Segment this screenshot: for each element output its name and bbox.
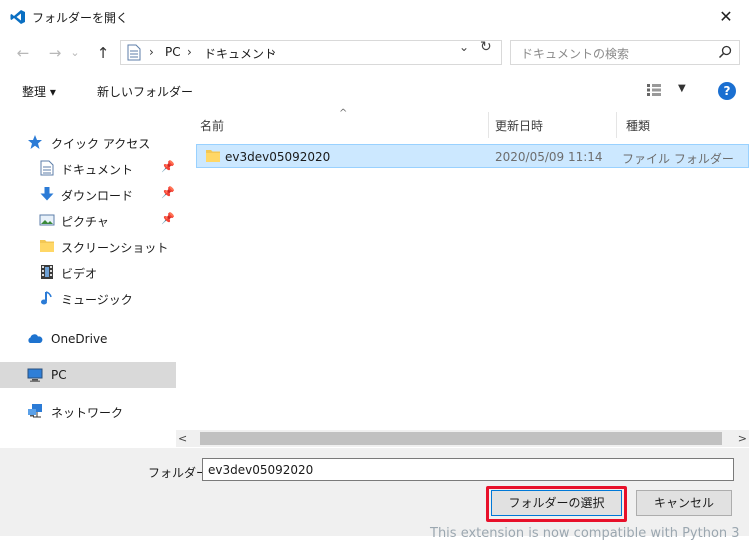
sidebar-item-label: ビデオ	[61, 267, 98, 281]
sort-ascending-icon: ^	[339, 108, 348, 119]
cloud-icon	[28, 334, 43, 343]
search-icon[interactable]	[718, 45, 732, 59]
sidebar-item-downloads[interactable]: ダウンロード 📌	[0, 181, 176, 207]
table-row[interactable]: ev3dev05092020 2020/05/09 11:14 ファイル フォル…	[196, 144, 749, 168]
search-placeholder: ドキュメントの検索	[521, 47, 630, 61]
sidebar-item-pictures[interactable]: ピクチャ 📌	[0, 207, 176, 233]
music-icon	[41, 291, 52, 305]
new-folder-button[interactable]: 新しいフォルダー	[97, 83, 193, 100]
organize-button[interactable]: 整理 ▾	[22, 83, 56, 100]
sidebar-item-label: OneDrive	[51, 332, 108, 346]
sidebar-item-label: ピクチャ	[61, 215, 109, 229]
scroll-right-button[interactable]: >	[738, 430, 747, 447]
sidebar-item-label: ネットワーク	[51, 406, 124, 420]
file-name: ev3dev05092020	[225, 150, 331, 164]
folder-name-value: ev3dev05092020	[208, 463, 314, 477]
path-segment-documents[interactable]: ドキュメント	[204, 45, 276, 62]
sidebar-item-label: クイック アクセス	[51, 137, 151, 151]
path-separator[interactable]: ›	[271, 45, 276, 59]
path-segment-pc[interactable]: PC	[165, 45, 181, 59]
column-divider[interactable]	[488, 112, 489, 138]
pin-icon: 📌	[161, 160, 175, 173]
dialog-footer: フォルダー: ev3dev05092020 フォルダーの選択 キャンセル Thi…	[0, 448, 749, 541]
folder-icon	[40, 240, 54, 252]
close-button[interactable]: ✕	[703, 0, 749, 34]
sidebar-item-documents[interactable]: ドキュメント 📌	[0, 155, 176, 181]
up-button[interactable]: ↑	[92, 42, 114, 64]
scroll-left-button[interactable]: <	[178, 430, 187, 447]
vscode-icon	[10, 10, 25, 24]
sidebar-item-label: PC	[51, 368, 67, 382]
sidebar-item-onedrive[interactable]: OneDrive	[0, 326, 176, 352]
search-input[interactable]: ドキュメントの検索	[510, 40, 740, 65]
path-separator[interactable]: ›	[187, 45, 192, 59]
sidebar-item-pc[interactable]: PC	[0, 362, 176, 388]
command-bar: 整理 ▾ 新しいフォルダー ▼ ?	[0, 74, 749, 108]
horizontal-scrollbar[interactable]: < >	[176, 430, 749, 447]
title-bar: フォルダーを開く ✕	[0, 0, 749, 34]
column-header-modified[interactable]: 更新日時	[495, 117, 543, 134]
sidebar-item-label: ダウンロード	[61, 189, 134, 203]
sidebar-item-quick-access[interactable]: クイック アクセス	[0, 129, 176, 155]
back-button[interactable]: ←	[12, 42, 34, 64]
scroll-thumb[interactable]	[200, 432, 722, 445]
address-path[interactable]: › PC › ドキュメント ›	[120, 40, 502, 65]
sidebar-item-videos[interactable]: ビデオ	[0, 259, 176, 285]
file-list: ^ 名前 更新日時 種類 ev3dev05092020 2020/05/09 1…	[176, 108, 749, 430]
sidebar-item-label: スクリーンショット	[61, 241, 169, 255]
file-modified: 2020/05/09 11:14	[495, 150, 603, 164]
column-divider[interactable]	[616, 112, 617, 138]
document-icon	[40, 160, 54, 176]
forward-button[interactable]: →	[44, 42, 66, 64]
background-text: This extension is now compatible with Py…	[430, 526, 740, 541]
address-dropdown-button[interactable]: ⌄	[459, 40, 469, 54]
picture-icon	[39, 214, 55, 226]
help-icon[interactable]: ?	[718, 82, 736, 100]
window-title: フォルダーを開く	[32, 11, 129, 25]
star-icon	[28, 135, 42, 149]
document-icon	[127, 44, 141, 61]
view-dropdown-button[interactable]: ▼	[678, 83, 686, 94]
column-header-type[interactable]: 種類	[626, 117, 650, 134]
view-options-icon[interactable]	[647, 84, 661, 96]
navigation-pane: クイック アクセス ドキュメント 📌 ダウンロード 📌 ピクチャ 📌 スクリーン…	[0, 108, 176, 428]
sidebar-item-label: ドキュメント	[61, 163, 134, 177]
column-header-name[interactable]: 名前	[200, 117, 224, 134]
address-bar: ← → ⌄ ↑ › PC › ドキュメント › ⌄ ↻ ドキュメントの検索	[0, 38, 749, 70]
pin-icon: 📌	[161, 186, 175, 199]
network-icon	[28, 404, 42, 418]
download-icon	[40, 187, 54, 201]
file-type: ファイル フォルダー	[622, 152, 734, 166]
sidebar-item-label: ミュージック	[61, 293, 133, 307]
folder-name-field[interactable]: ev3dev05092020	[202, 458, 734, 481]
sidebar-item-screenshots[interactable]: スクリーンショット	[0, 233, 176, 259]
highlight-box	[486, 486, 627, 522]
video-icon	[41, 265, 53, 279]
cancel-button[interactable]: キャンセル	[636, 490, 732, 516]
computer-icon	[27, 368, 43, 382]
open-folder-dialog: フォルダーを開く ✕ ← → ⌄ ↑ › PC › ドキュメント › ⌄ ↻ ド…	[0, 0, 749, 541]
recent-locations-button[interactable]: ⌄	[68, 42, 82, 64]
path-separator[interactable]: ›	[149, 45, 154, 59]
sidebar-item-network[interactable]: ネットワーク	[0, 398, 176, 424]
refresh-button[interactable]: ↻	[480, 39, 492, 55]
sidebar-item-music[interactable]: ミュージック	[0, 285, 176, 311]
pin-icon: 📌	[161, 212, 175, 225]
folder-icon	[206, 150, 220, 162]
